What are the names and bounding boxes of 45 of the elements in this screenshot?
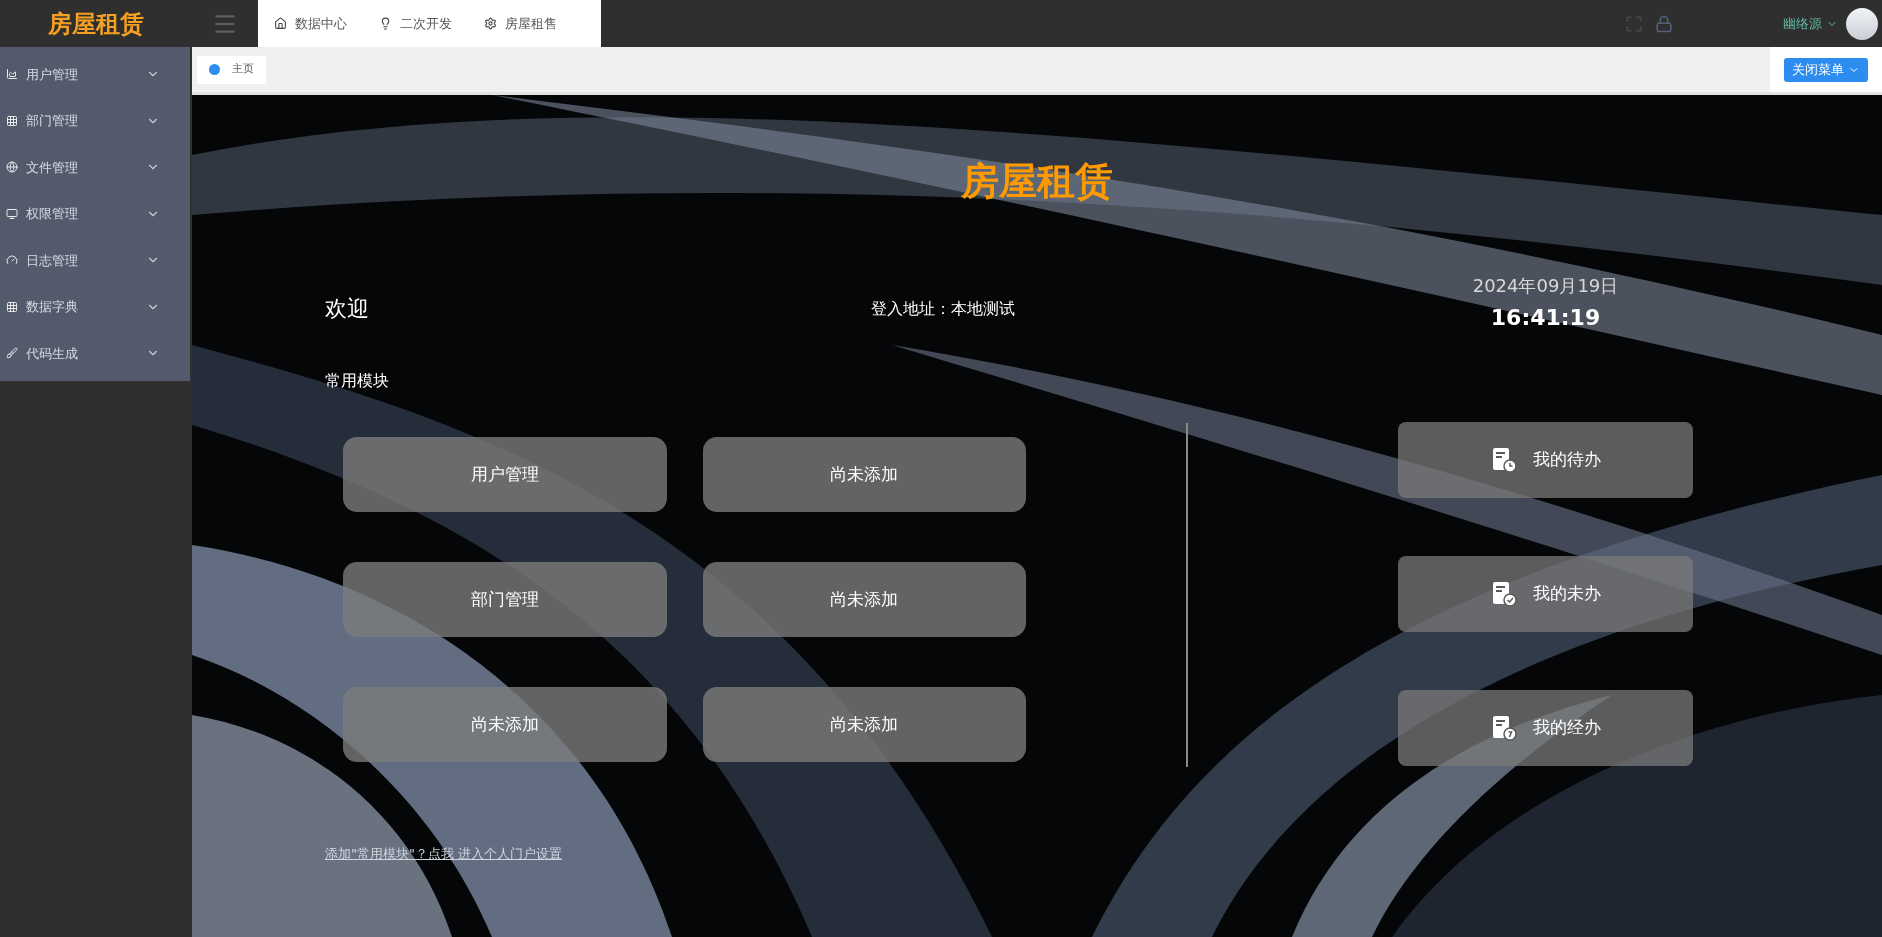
app-logo: 房屋租赁: [48, 8, 144, 40]
module-button[interactable]: 尚未添加: [702, 687, 1026, 762]
nav-tab[interactable]: 房屋租售: [484, 13, 557, 34]
document-icon: [1490, 447, 1517, 473]
avatar[interactable]: [1846, 7, 1878, 40]
fullscreen-icon[interactable]: [1625, 14, 1643, 33]
brush-icon: [6, 347, 18, 360]
lightbulb-icon: [379, 17, 392, 30]
sidebar-item[interactable]: 部门管理: [0, 97, 190, 144]
page-title: 房屋租赁: [961, 158, 1113, 205]
module-button[interactable]: 用户管理: [343, 437, 667, 512]
date-text: 2024年09月19日: [1472, 274, 1619, 298]
close-menu-button[interactable]: 关闭菜单: [1784, 57, 1868, 82]
sidebar-item[interactable]: 用户管理: [0, 51, 190, 98]
document-icon: [1490, 715, 1517, 741]
task-button[interactable]: 我的未办: [1398, 556, 1693, 632]
module-button[interactable]: 部门管理: [343, 562, 667, 637]
grid-icon: [6, 114, 18, 127]
chart-icon: [6, 68, 18, 81]
module-button[interactable]: 尚未添加: [702, 437, 1026, 512]
document-icon: [1490, 581, 1517, 607]
globe-icon: [6, 161, 18, 174]
gear-icon: [484, 17, 497, 30]
sidebar-item[interactable]: 数据字典: [0, 283, 190, 330]
grid-icon: [6, 300, 18, 313]
section-title: 常用模块: [325, 370, 390, 392]
gauge-icon: [6, 254, 18, 267]
monitor-icon: [6, 207, 18, 220]
welcome-text: 欢迎: [325, 295, 369, 323]
nav-tab[interactable]: 二次开发: [379, 13, 452, 34]
task-button[interactable]: 我的待办: [1398, 422, 1693, 498]
module-button[interactable]: 尚未添加: [343, 687, 667, 762]
sidebar-item[interactable]: 代码生成: [0, 330, 190, 377]
sidebar-item[interactable]: 权限管理: [0, 190, 190, 237]
task-button[interactable]: 我的经办: [1398, 690, 1693, 766]
lock-icon[interactable]: [1655, 14, 1673, 33]
module-button[interactable]: 尚未添加: [702, 562, 1026, 637]
user-menu[interactable]: 幽络源: [1783, 13, 1838, 34]
login-address: 登入地址：本地测试: [871, 297, 1015, 320]
nav-tab[interactable]: 数据中心: [274, 13, 347, 34]
sidebar-item[interactable]: 文件管理: [0, 144, 190, 191]
page-tab[interactable]: 主页: [197, 55, 266, 84]
home-icon: [274, 17, 287, 30]
sidebar-item[interactable]: 日志管理: [0, 237, 190, 284]
time-text: 16:41:19: [1490, 304, 1601, 332]
